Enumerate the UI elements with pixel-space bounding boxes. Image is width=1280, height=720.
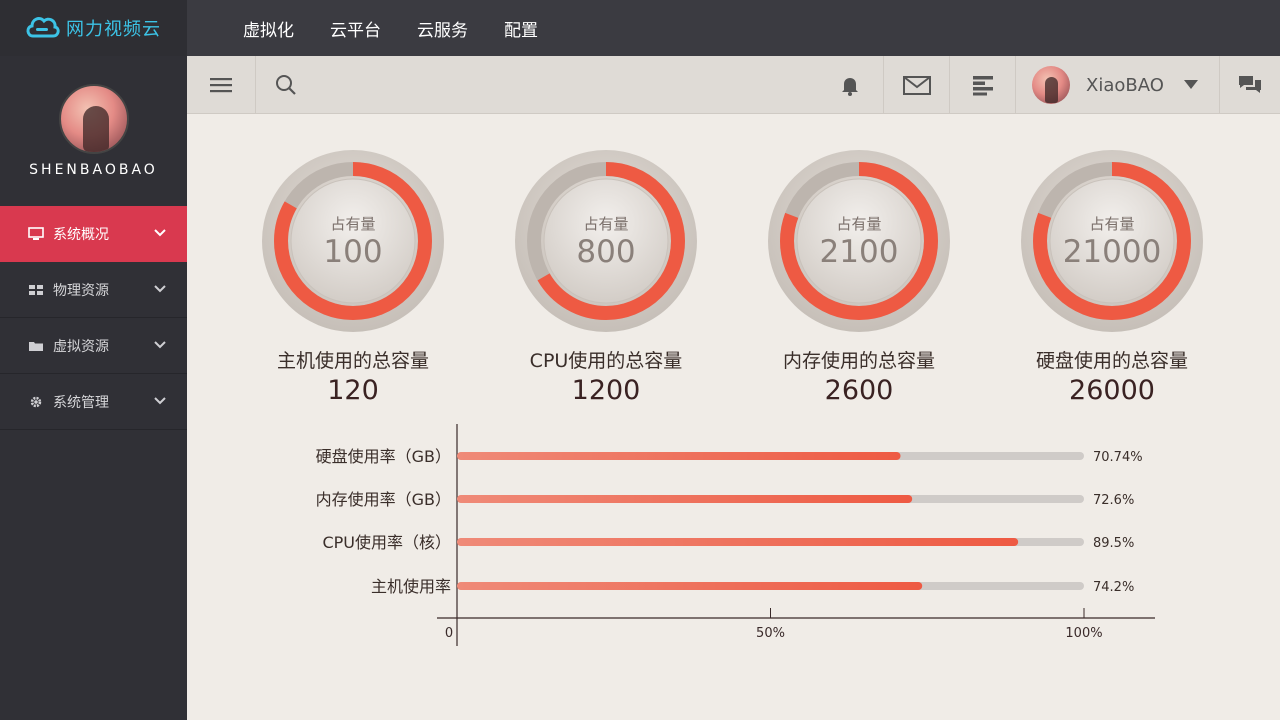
bar-value-label: 70.74% — [1093, 450, 1143, 465]
nav-config[interactable]: 配置 — [504, 16, 538, 41]
gear-icon — [28, 395, 44, 409]
brand-name: 网力视频云 — [66, 19, 161, 40]
gauge-value: 21000 — [1062, 233, 1162, 270]
bar-category-label: CPU使用率（核） — [322, 533, 451, 552]
nav-virtualization[interactable]: 虚拟化 — [243, 16, 294, 41]
grid-icon — [28, 283, 44, 297]
bar — [457, 582, 923, 590]
gauge-host: 占有量 100 主机使用的总容量 120 — [253, 150, 453, 406]
chevron-down-icon — [154, 397, 166, 405]
brand[interactable]: 网力视频云 — [0, 0, 187, 56]
x-tick-label: 0 — [445, 626, 453, 641]
list-bars-icon — [972, 76, 993, 96]
user-menu[interactable]: XiaoBAO — [1015, 56, 1219, 114]
bell-icon — [842, 78, 858, 96]
avatar[interactable] — [58, 84, 129, 154]
chevron-down-icon — [154, 285, 166, 293]
messages-button[interactable] — [883, 56, 949, 114]
nav-cloud-service[interactable]: 云服务 — [417, 16, 468, 41]
folder-icon — [28, 339, 44, 353]
bar-value-label: 89.5% — [1093, 536, 1134, 551]
gauge-total: 120 — [327, 375, 379, 406]
search-button[interactable] — [255, 56, 315, 114]
notifications-button[interactable] — [817, 56, 883, 114]
mail-icon — [902, 76, 931, 95]
gauge-value: 2100 — [819, 233, 899, 270]
gauge-total: 2600 — [824, 375, 894, 406]
dashboard-main: 占有量 100 主机使用的总容量 120 占有量 800 CPU使用的总容量 1… — [187, 114, 1280, 720]
sidebar-item-label: 物理资源 — [53, 282, 109, 299]
bar — [457, 538, 1019, 546]
sidebar-item-system[interactable]: 系统管理 — [0, 374, 187, 430]
gauge-total: 1200 — [571, 375, 641, 406]
user-name: XiaoBAO — [1086, 74, 1164, 96]
monitor-icon — [28, 227, 44, 241]
gauge-title: 内存使用的总容量 — [782, 350, 935, 372]
gauge-label: 占有量 — [1089, 214, 1135, 233]
bar-category-label: 硬盘使用率（GB） — [316, 447, 451, 466]
sidebar-item-label: 虚拟资源 — [53, 338, 109, 355]
sidebar-item-label: 系统管理 — [53, 394, 109, 411]
gauge-title: CPU使用的总容量 — [529, 350, 683, 372]
menu-toggle-button[interactable] — [187, 56, 255, 114]
bar-value-label: 72.6% — [1093, 493, 1134, 508]
top-bar: 网力视频云 虚拟化 云平台 云服务 配置 — [0, 0, 1280, 56]
sidebar-item-overview[interactable]: 系统概况 — [0, 206, 187, 262]
chevron-down-icon — [154, 341, 166, 349]
bar — [457, 495, 913, 503]
gauge-memory: 占有量 2100 内存使用的总容量 2600 — [759, 150, 959, 406]
x-tick-label: 100% — [1065, 626, 1102, 641]
gauge-title: 硬盘使用的总容量 — [1035, 350, 1188, 372]
gauge-cpu: 占有量 800 CPU使用的总容量 1200 — [506, 150, 706, 406]
bar-value-label: 74.2% — [1093, 580, 1134, 595]
gauge-disk: 占有量 21000 硬盘使用的总容量 26000 — [1012, 150, 1212, 406]
search-icon — [275, 75, 296, 95]
hamburger-icon — [210, 78, 232, 93]
x-tick-label: 50% — [756, 626, 785, 641]
caret-down-icon — [1183, 80, 1198, 89]
bar — [457, 452, 901, 460]
cloud-logo-icon — [24, 12, 60, 44]
top-nav: 虚拟化 云平台 云服务 配置 — [243, 0, 574, 56]
user-avatar — [1032, 66, 1070, 104]
sidebar-item-physical[interactable]: 物理资源 — [0, 262, 187, 318]
chat-button[interactable] — [1219, 56, 1280, 114]
sidebar: SHENBAOBAO 系统概况 物理资源 虚拟资源 系统管理 — [0, 56, 187, 720]
bar-category-label: 主机使用率 — [371, 577, 451, 596]
profile-name: SHENBAOBAO — [29, 162, 158, 178]
gauge-value: 800 — [576, 233, 636, 270]
gauge-total: 26000 — [1069, 375, 1155, 406]
sidebar-item-virtual[interactable]: 虚拟资源 — [0, 318, 187, 374]
bar-category-label: 内存使用率（GB） — [316, 490, 451, 509]
chat-icon — [1239, 76, 1261, 93]
gauge-title: 主机使用的总容量 — [276, 350, 429, 372]
profile: SHENBAOBAO — [0, 56, 187, 206]
toolbar: XiaoBAO — [187, 56, 1280, 114]
sidebar-item-label: 系统概况 — [53, 227, 109, 243]
chevron-down-icon — [154, 229, 166, 237]
gauge-value: 100 — [323, 233, 383, 270]
gauge-label: 占有量 — [583, 214, 629, 233]
gauge-label: 占有量 — [330, 214, 376, 233]
usage-bar-chart: 0 50% 100% 硬盘使用率（GB） 70.74% 内存使用率（GB） 72.6% CPU… — [316, 424, 1155, 646]
nav-cloud-platform[interactable]: 云平台 — [330, 16, 381, 41]
gauge-label: 占有量 — [836, 214, 882, 233]
tasks-button[interactable] — [949, 56, 1015, 114]
